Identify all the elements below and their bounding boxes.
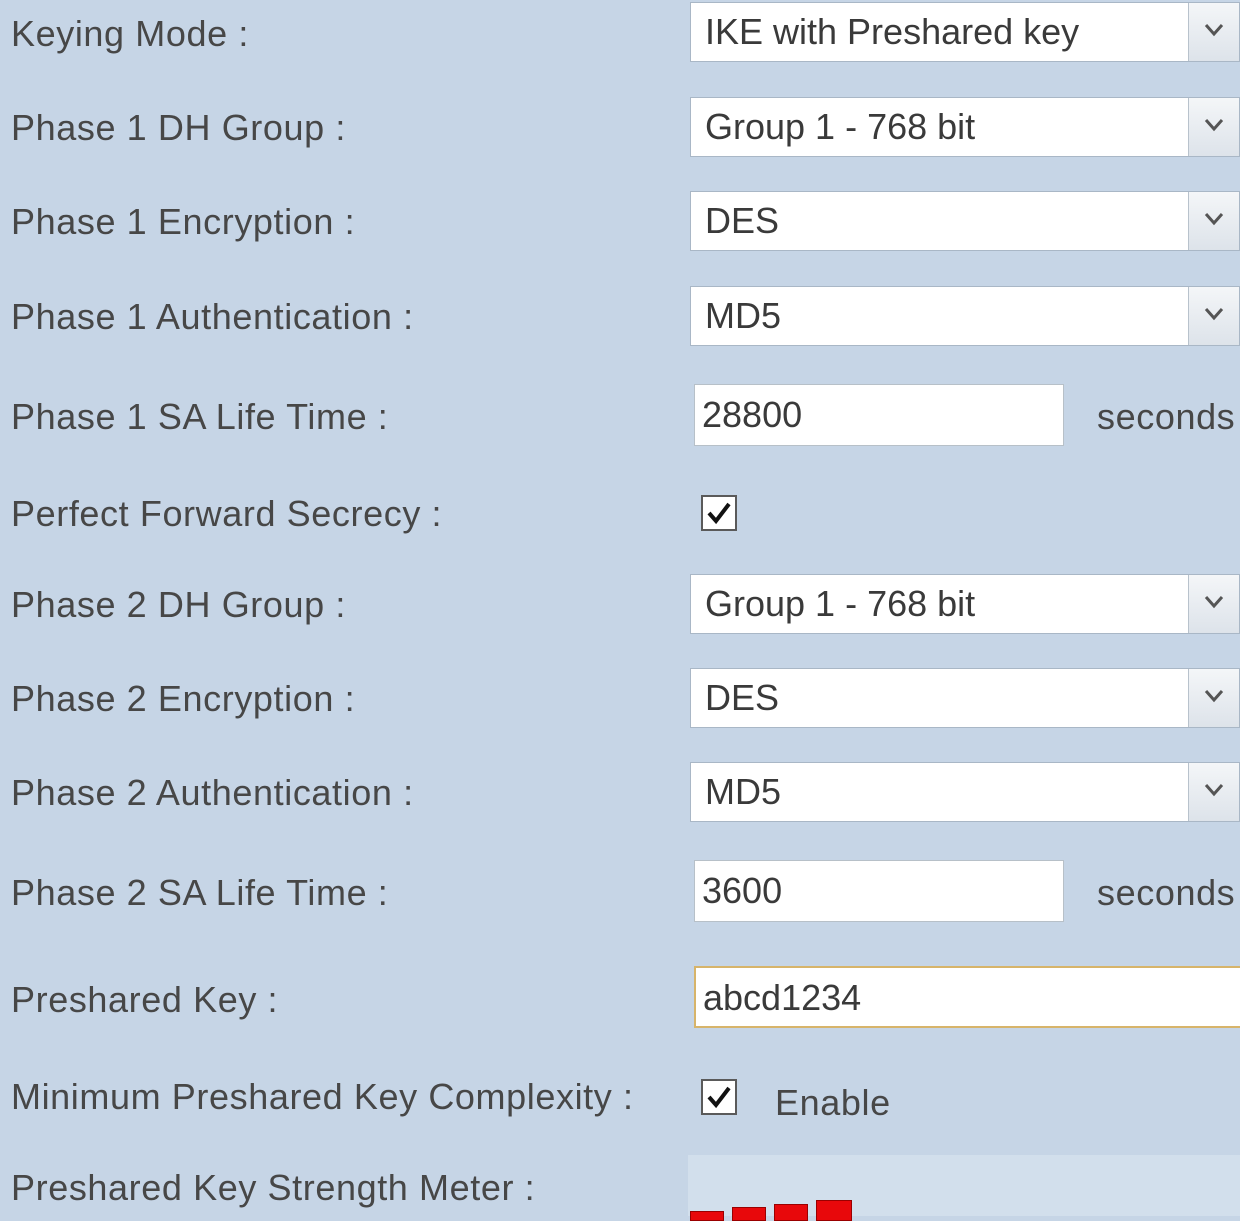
phase2-sa-life-time-label: Phase 2 SA Life Time :: [11, 872, 389, 913]
phase2-encryption-value: DES: [705, 677, 780, 718]
min-key-complexity-enable-label: Enable: [775, 1082, 891, 1123]
keying-mode-value: IKE with Preshared key: [705, 11, 1080, 52]
phase1-encryption-label: Phase 1 Encryption :: [11, 201, 356, 242]
phase1-sa-life-time-label: Phase 1 SA Life Time :: [11, 396, 389, 437]
phase1-authentication-label: Phase 1 Authentication :: [11, 296, 414, 337]
min-key-complexity-checkbox[interactable]: [701, 1079, 737, 1115]
perfect-forward-secrecy-checkbox[interactable]: [701, 495, 737, 531]
phase1-sa-life-time-input[interactable]: 28800: [694, 384, 1064, 446]
phase1-encryption-value: DES: [705, 200, 780, 241]
chevron-down-icon[interactable]: [1188, 287, 1239, 345]
phase2-authentication-select[interactable]: MD5: [690, 762, 1240, 822]
chevron-down-icon[interactable]: [1188, 3, 1239, 61]
keying-mode-label: Keying Mode :: [11, 13, 249, 54]
phase2-sa-life-time-input[interactable]: 3600: [694, 860, 1064, 922]
phase2-dh-group-select[interactable]: Group 1 - 768 bit: [690, 574, 1240, 634]
chevron-down-icon[interactable]: [1188, 669, 1239, 727]
perfect-forward-secrecy-label: Perfect Forward Secrecy :: [11, 493, 443, 534]
checkmark-icon: [707, 502, 731, 525]
preshared-key-input[interactable]: abcd1234: [694, 966, 1240, 1028]
chevron-down-icon[interactable]: [1188, 575, 1239, 633]
phase2-sa-life-time-unit: seconds: [1097, 872, 1236, 913]
phase1-dh-group-label: Phase 1 DH Group :: [11, 107, 346, 148]
phase2-encryption-select[interactable]: DES: [690, 668, 1240, 728]
phase1-dh-group-select[interactable]: Group 1 - 768 bit: [690, 97, 1240, 157]
phase2-dh-group-label: Phase 2 DH Group :: [11, 584, 346, 625]
phase1-dh-group-value: Group 1 - 768 bit: [705, 106, 976, 147]
phase1-authentication-select[interactable]: MD5: [690, 286, 1240, 346]
chevron-down-icon[interactable]: [1188, 763, 1239, 821]
phase2-encryption-label: Phase 2 Encryption :: [11, 678, 356, 719]
strength-meter: [688, 1155, 1240, 1221]
phase2-authentication-label: Phase 2 Authentication :: [11, 772, 414, 813]
phase1-encryption-select[interactable]: DES: [690, 191, 1240, 251]
chevron-down-icon[interactable]: [1188, 98, 1239, 156]
strength-meter-bar-2: [732, 1207, 766, 1221]
keying-mode-select[interactable]: IKE with Preshared key: [690, 2, 1240, 62]
chevron-down-icon[interactable]: [1188, 192, 1239, 250]
preshared-key-label: Preshared Key :: [11, 979, 279, 1020]
checkmark-icon: [707, 1086, 731, 1109]
phase2-dh-group-value: Group 1 - 768 bit: [705, 583, 976, 624]
strength-meter-label: Preshared Key Strength Meter :: [11, 1167, 536, 1208]
phase2-authentication-value: MD5: [705, 771, 782, 812]
phase1-authentication-value: MD5: [705, 295, 782, 336]
strength-meter-bar-4: [816, 1200, 852, 1221]
strength-meter-bar-1: [690, 1211, 724, 1221]
phase1-sa-life-time-unit: seconds: [1097, 396, 1236, 437]
strength-meter-bar-3: [774, 1204, 808, 1221]
min-key-complexity-label: Minimum Preshared Key Complexity :: [11, 1076, 634, 1117]
